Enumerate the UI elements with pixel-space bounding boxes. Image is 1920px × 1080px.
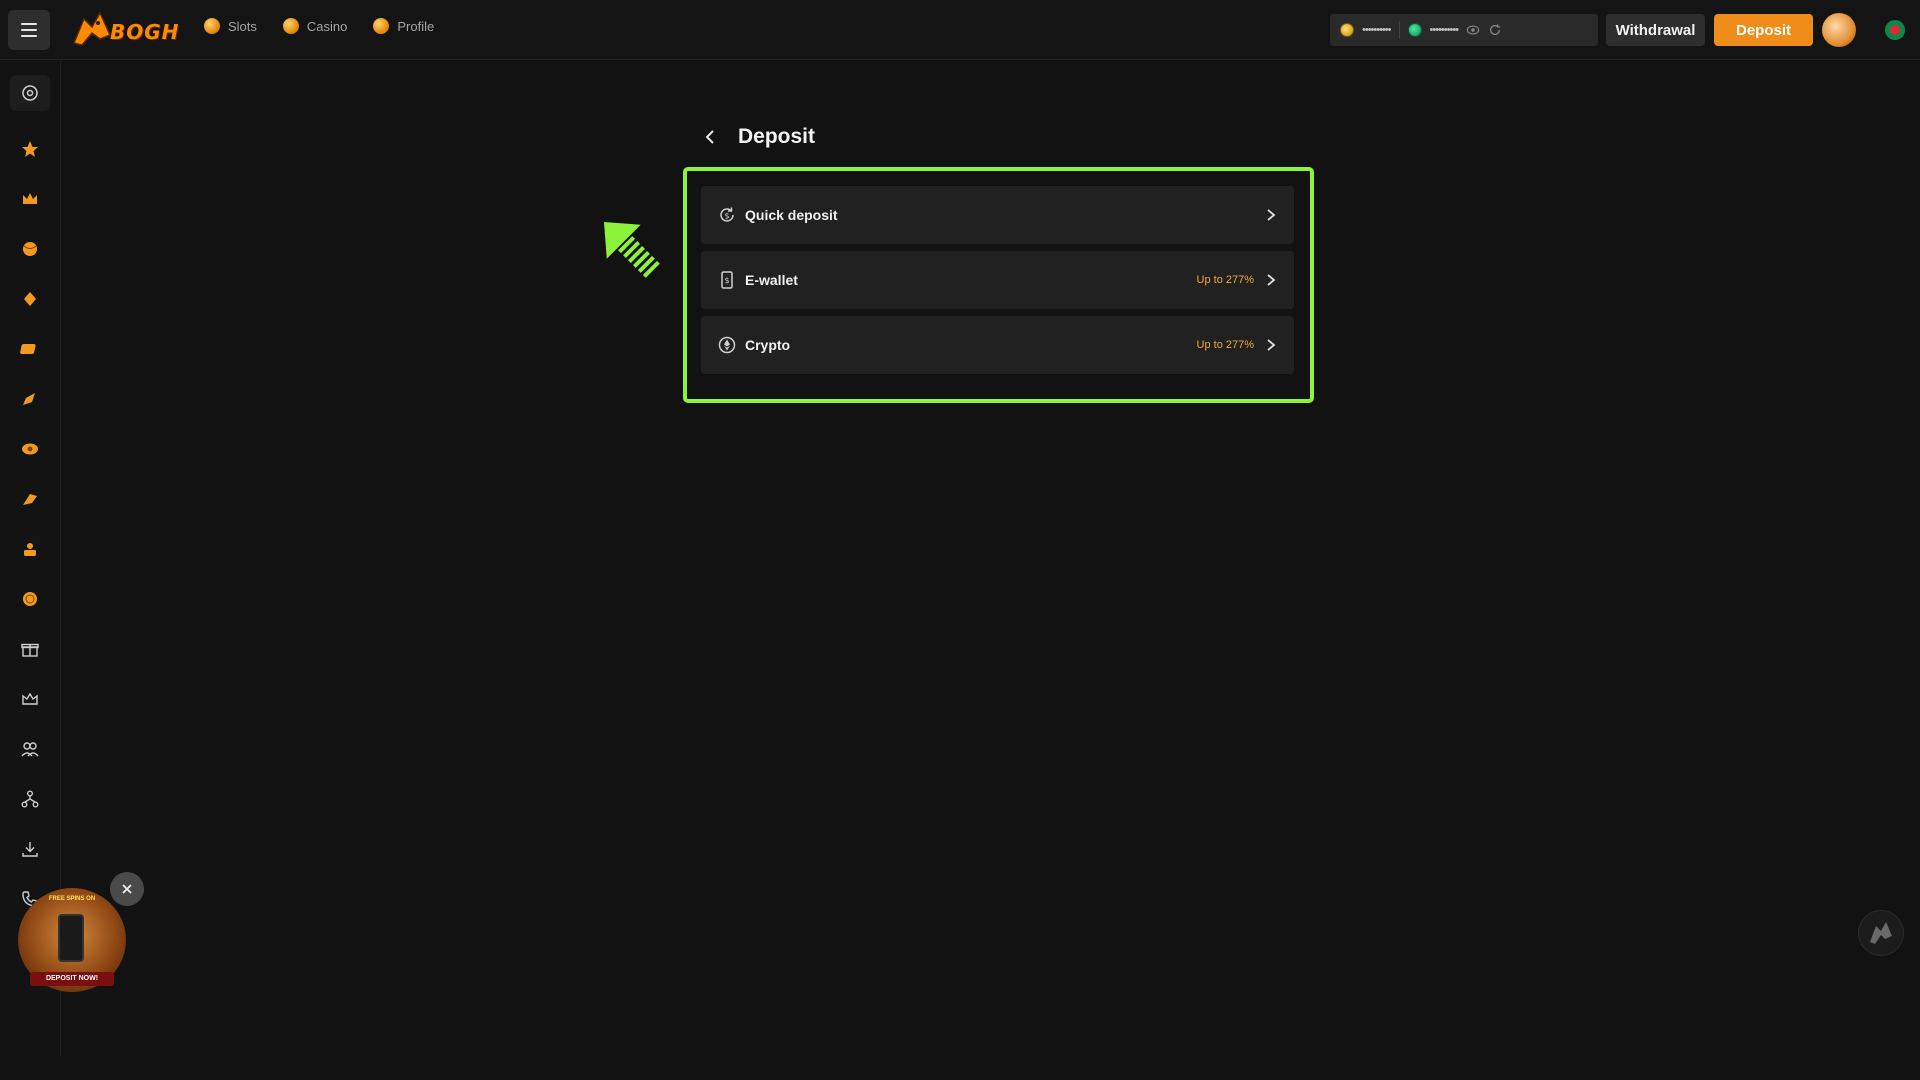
sidebar-item-arcade[interactable]	[10, 531, 50, 567]
rocket-icon	[23, 393, 35, 405]
sidebar-item-fishing[interactable]	[10, 481, 50, 517]
sidebar-item-poker[interactable]	[10, 281, 50, 317]
sidebar-item-crown[interactable]	[10, 181, 50, 217]
coin-icon	[23, 592, 37, 606]
top-nav: Slots Casino Profile	[204, 18, 434, 34]
close-icon	[122, 884, 132, 894]
profile-icon	[373, 18, 390, 34]
nav-slots-label: Slots	[228, 18, 257, 34]
crown-icon	[23, 193, 37, 204]
nav-profile[interactable]: Profile	[373, 18, 434, 34]
logo-tiger-icon	[72, 11, 112, 46]
sidebar-item-crash[interactable]	[10, 381, 50, 417]
sidebar-item-slots[interactable]	[10, 331, 50, 367]
arcade-icon	[24, 543, 36, 556]
support-icon	[22, 85, 38, 101]
option-quick-deposit[interactable]: $ Quick deposit	[701, 186, 1294, 244]
sidebar-item-support[interactable]	[10, 75, 50, 111]
chevron-right-icon	[1267, 209, 1276, 221]
page-header: Deposit	[698, 125, 815, 149]
bonus-balance: ••••••••••	[1429, 24, 1459, 36]
balance-panel: •••••••••• ••••••••••	[1330, 14, 1598, 46]
sidebar-item-sports[interactable]	[10, 231, 50, 267]
hamburger-menu-button[interactable]	[8, 10, 50, 50]
floating-logo-button[interactable]	[1858, 910, 1904, 956]
avatar[interactable]	[1822, 13, 1856, 47]
e-wallet-icon: $	[721, 271, 733, 289]
chevron-right-icon	[1267, 274, 1276, 286]
crypto-icon	[718, 336, 736, 354]
lottery-icon	[22, 443, 38, 455]
svg-text:$: $	[724, 276, 729, 285]
promo-deposit-widget[interactable]: FREE SPINS ON DEPOSIT NOW!	[18, 888, 126, 992]
refresh-icon[interactable]	[1488, 23, 1502, 37]
sports-ball-icon	[23, 242, 37, 256]
option-bonus: Up to 277%	[1196, 339, 1254, 351]
svg-text:$: $	[724, 212, 729, 221]
option-label: Crypto	[745, 337, 791, 353]
promo-close-button[interactable]	[110, 872, 144, 906]
sidebar-item-promotions[interactable]	[10, 631, 50, 667]
language-flag-icon[interactable]	[1885, 20, 1905, 40]
logo-text: BOGH	[110, 20, 180, 44]
sidebar-item-hot[interactable]	[10, 131, 50, 167]
sidebar-item-referral[interactable]	[10, 731, 50, 767]
option-crypto[interactable]: Crypto Up to 277%	[701, 316, 1294, 374]
sidebar-item-vip[interactable]	[10, 681, 50, 717]
sidebar-item-lottery[interactable]	[10, 431, 50, 467]
casino-icon	[282, 18, 299, 34]
hot-icon	[22, 141, 38, 157]
main-balance: ••••••••••	[1362, 24, 1391, 36]
promo-headline: FREE SPINS ON	[48, 896, 96, 902]
poker-icon	[24, 292, 36, 306]
nav-casino-label: Casino	[306, 18, 348, 34]
option-bonus: Up to 277%	[1196, 274, 1254, 286]
vip-icon	[22, 692, 38, 705]
fishing-icon	[23, 494, 37, 505]
quick-deposit-icon: $	[720, 207, 734, 222]
referral-icon	[21, 742, 39, 757]
nav-profile-label: Profile	[397, 18, 435, 34]
chevron-left-icon	[705, 130, 714, 144]
download-icon	[22, 842, 38, 857]
logo-tiger-icon	[1870, 922, 1892, 944]
sidebar-item-download[interactable]	[10, 831, 50, 867]
chevron-right-icon	[1267, 339, 1276, 351]
deposit-button[interactable]: Deposit	[1714, 14, 1813, 46]
eye-icon[interactable]	[1466, 23, 1480, 37]
option-label: Quick deposit	[745, 207, 838, 223]
slots-icon	[204, 18, 220, 34]
main-coin-icon	[1340, 23, 1354, 37]
sidebar-item-affiliate[interactable]	[10, 781, 50, 817]
pointer-arrow-icon	[603, 221, 660, 278]
logo[interactable]: BOGH	[70, 9, 192, 49]
withdrawal-button[interactable]: Withdrawal	[1606, 14, 1705, 46]
balance-divider	[1398, 21, 1400, 39]
sidebar-item-coin[interactable]	[10, 581, 50, 617]
page-title: Deposit	[738, 125, 816, 148]
nav-slots[interactable]: Slots	[204, 18, 257, 34]
bonus-coin-icon	[1407, 23, 1422, 37]
top-bar: BOGH Slots Casino Profile •••••••••• •••…	[0, 0, 1920, 60]
nav-casino[interactable]: Casino	[282, 18, 348, 34]
gift-icon	[21, 643, 39, 657]
network-icon	[21, 790, 39, 808]
option-label: E-wallet	[745, 272, 798, 288]
promo-phone-image	[58, 914, 84, 962]
back-button[interactable]	[698, 125, 722, 149]
promo-cta: DEPOSIT NOW!	[30, 972, 114, 986]
slots-icon	[20, 344, 36, 354]
option-e-wallet[interactable]: $ E-wallet Up to 277%	[701, 251, 1294, 309]
